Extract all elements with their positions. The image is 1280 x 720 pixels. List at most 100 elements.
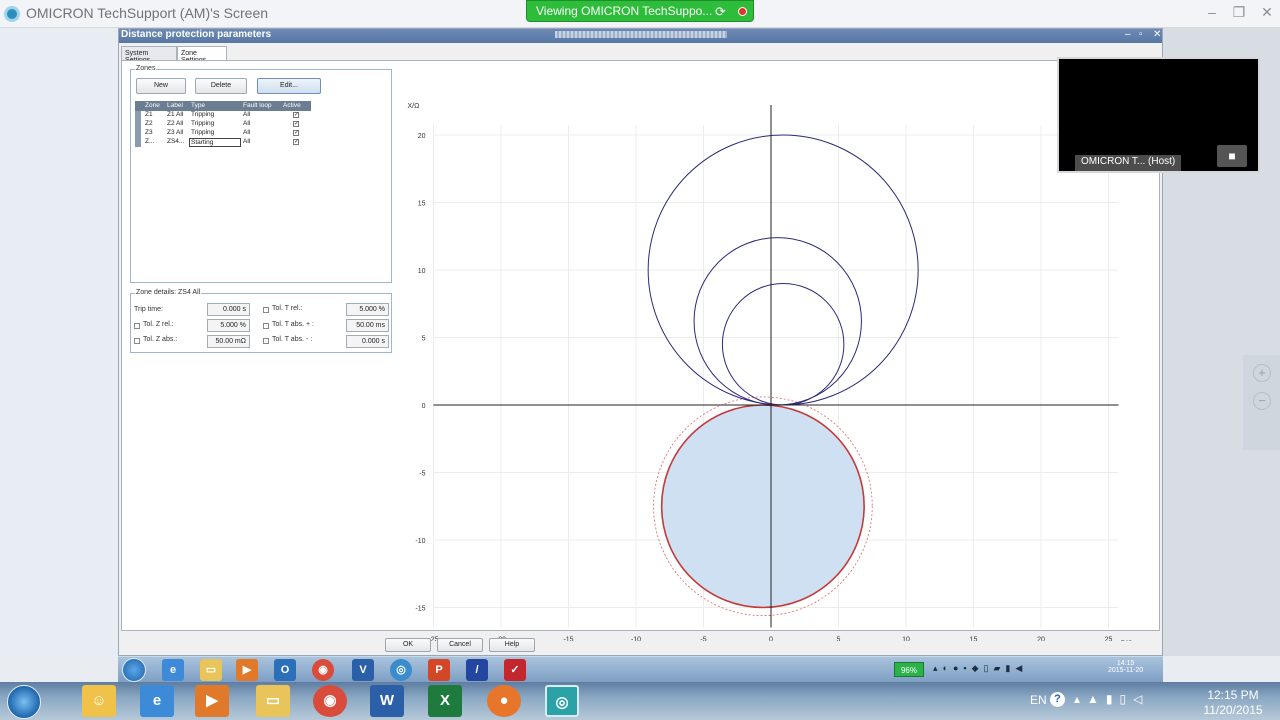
table-header: Zone Label Type Fault loop Active xyxy=(135,101,311,111)
type-editor[interactable]: Starting xyxy=(189,138,241,147)
firefox-icon[interactable]: ● xyxy=(487,685,521,717)
system-tray[interactable]: ▴▲▮▯◁ xyxy=(1074,692,1149,706)
remote-clock[interactable]: 14:15 2015-11-20 xyxy=(1108,660,1143,674)
app-minimize-icon[interactable]: – xyxy=(1125,29,1131,40)
row-selector[interactable] xyxy=(135,120,141,129)
cancel-button[interactable]: Cancel xyxy=(437,638,483,652)
col-type: Type xyxy=(191,102,206,109)
chrome-icon[interactable]: ◉ xyxy=(313,685,347,717)
media-player-icon[interactable]: ▶ xyxy=(236,659,258,681)
app-restore-icon[interactable]: ▫ xyxy=(1139,29,1143,40)
trip-time-field[interactable]: 0.000 s xyxy=(207,303,250,316)
tol-t-abs-plus-field[interactable]: 50.00 ms xyxy=(346,319,389,332)
help-button[interactable]: Help xyxy=(489,638,535,652)
powerpoint-icon[interactable]: P xyxy=(428,659,450,681)
remote-system-tray[interactable]: ▴◐●▪◆▯▰▮◀ xyxy=(933,663,1027,674)
tab-zone-settings[interactable]: Zone Settings xyxy=(177,46,227,64)
tol-z-rel-field[interactable]: 5.000 % xyxy=(207,319,250,332)
app-icon[interactable]: ◎ xyxy=(390,659,412,681)
omicron-module-icon[interactable]: ✓ xyxy=(504,659,526,681)
row-selector[interactable] xyxy=(135,129,141,138)
cell-zone: Z2 xyxy=(145,120,153,127)
tol-t-abs-minus-field[interactable]: 0.000 s xyxy=(346,335,389,348)
word-icon[interactable]: W xyxy=(370,685,404,717)
battery-indicator[interactable]: 96% xyxy=(894,662,924,677)
tol-t-rel-field[interactable]: 5.000 % xyxy=(346,303,389,316)
drag-grip[interactable] xyxy=(555,31,727,38)
col-active: Active xyxy=(283,102,301,109)
host-video-panel[interactable]: OMICRON T... (Host) ■ xyxy=(1057,57,1260,173)
table-row[interactable]: Z1 Z1 All Tripping All ✓ xyxy=(135,111,311,120)
stop-sharing-icon[interactable] xyxy=(738,7,747,16)
tol-z-abs-field[interactable]: 50.00 mΩ xyxy=(207,335,250,348)
restore-icon[interactable]: ❐ xyxy=(1227,4,1251,21)
tol-t-abs-minus-checkbox[interactable] xyxy=(263,338,269,344)
table-row[interactable]: Z... ZS4... Starting All ✓ xyxy=(135,138,311,147)
row-selector[interactable] xyxy=(135,111,141,120)
row-selector[interactable] xyxy=(135,138,141,147)
media-player-icon[interactable]: ▶ xyxy=(195,685,229,717)
active-checkbox[interactable]: ✓ xyxy=(293,112,299,118)
outlook-icon[interactable]: O xyxy=(274,659,296,681)
explorer-icon[interactable]: ▭ xyxy=(256,685,290,717)
remote-time: 14:15 xyxy=(1116,660,1135,667)
clock-date[interactable]: 11/20/2015 xyxy=(1202,703,1264,717)
camera-icon[interactable]: ■ xyxy=(1217,145,1247,167)
folder-icon[interactable]: ▭ xyxy=(200,659,222,681)
zone-details-label: Zone details: ZS4 All xyxy=(135,289,202,296)
contacts-icon[interactable]: ☺ xyxy=(82,685,116,717)
x-tick-label: 5 xyxy=(837,637,841,642)
ok-button[interactable]: OK xyxy=(385,638,431,652)
refresh-icon[interactable]: ⟳ xyxy=(715,4,726,20)
active-checkbox[interactable]: ✓ xyxy=(293,130,299,136)
remote-taskbar: e ▭ ▶ O ◉ V ◎ P / ✓ 96% ▴◐●▪◆▯▰▮◀ 14:15 … xyxy=(118,656,1163,682)
table-row[interactable]: Z3 Z3 All Tripping All ✓ xyxy=(135,129,311,138)
clock-time[interactable]: 12:15 PM xyxy=(1202,688,1264,702)
language-indicator[interactable]: EN xyxy=(1030,693,1047,707)
cell-label: ZS4... xyxy=(167,138,185,145)
close-icon[interactable]: ✕ xyxy=(1255,4,1279,21)
ie-icon[interactable]: e xyxy=(162,659,184,681)
viewing-banner[interactable]: Viewing OMICRON TechSuppo... ⟳ xyxy=(526,0,754,22)
edit-zone-button[interactable]: Edit... xyxy=(257,78,321,94)
y-tick-label: -15 xyxy=(415,606,425,613)
ie-icon[interactable]: e xyxy=(140,685,174,717)
active-checkbox[interactable]: ✓ xyxy=(293,121,299,127)
x-tick-label: 10 xyxy=(902,637,910,642)
tab-system-settings[interactable]: System Settings xyxy=(121,46,177,64)
visio-icon[interactable]: V xyxy=(352,659,374,681)
excel-icon[interactable]: X xyxy=(428,685,462,717)
tol-z-abs-checkbox[interactable] xyxy=(134,338,140,344)
x-tick-label: 0 xyxy=(769,637,773,642)
active-checkbox[interactable]: ✓ xyxy=(293,139,299,145)
distance-protection-window: Distance protection parameters – ▫ ✕ Sys… xyxy=(118,28,1163,656)
app-close-icon[interactable]: ✕ xyxy=(1153,29,1161,40)
tol-t-abs-plus-label: Tol. T abs. + : xyxy=(272,321,314,328)
y-tick-label: -10 xyxy=(415,538,425,545)
minimize-icon[interactable]: – xyxy=(1200,4,1224,20)
start-icon[interactable] xyxy=(7,685,41,719)
zones-group-label: Zones xyxy=(135,65,157,72)
cell-fault-loop: All xyxy=(243,138,251,145)
help-icon[interactable]: ? xyxy=(1050,692,1065,707)
test-universe-icon[interactable]: / xyxy=(466,659,488,681)
tol-z-rel-checkbox[interactable] xyxy=(134,323,140,329)
zoom-in-icon[interactable]: + xyxy=(1253,364,1271,382)
x-axis-label: R/Ω xyxy=(1121,641,1133,642)
zone-circle-z2 xyxy=(693,237,862,406)
host-name-label: OMICRON T... (Host) xyxy=(1075,155,1182,171)
tol-t-abs-plus-checkbox[interactable] xyxy=(263,323,269,329)
y-tick-label: 20 xyxy=(418,133,426,140)
zoom-out-icon[interactable]: − xyxy=(1253,392,1271,410)
screenshare-app-icon[interactable]: ◎ xyxy=(545,685,579,717)
impedance-diagram[interactable]: -25-20-15-10-50510152025-15-10-505101520… xyxy=(399,101,1149,641)
tol-t-abs-minus-label: Tol. T abs. - : xyxy=(272,336,313,343)
remote-start-icon[interactable] xyxy=(122,658,146,682)
new-zone-button[interactable]: New xyxy=(136,78,186,94)
delete-zone-button[interactable]: Delete xyxy=(195,78,247,94)
cell-zone: Z... xyxy=(145,138,155,145)
x-tick-label: -15 xyxy=(563,637,573,642)
chrome-icon[interactable]: ◉ xyxy=(312,659,334,681)
table-row[interactable]: Z2 Z2 All Tripping All ✓ xyxy=(135,120,311,129)
tol-t-rel-checkbox[interactable] xyxy=(263,307,269,313)
